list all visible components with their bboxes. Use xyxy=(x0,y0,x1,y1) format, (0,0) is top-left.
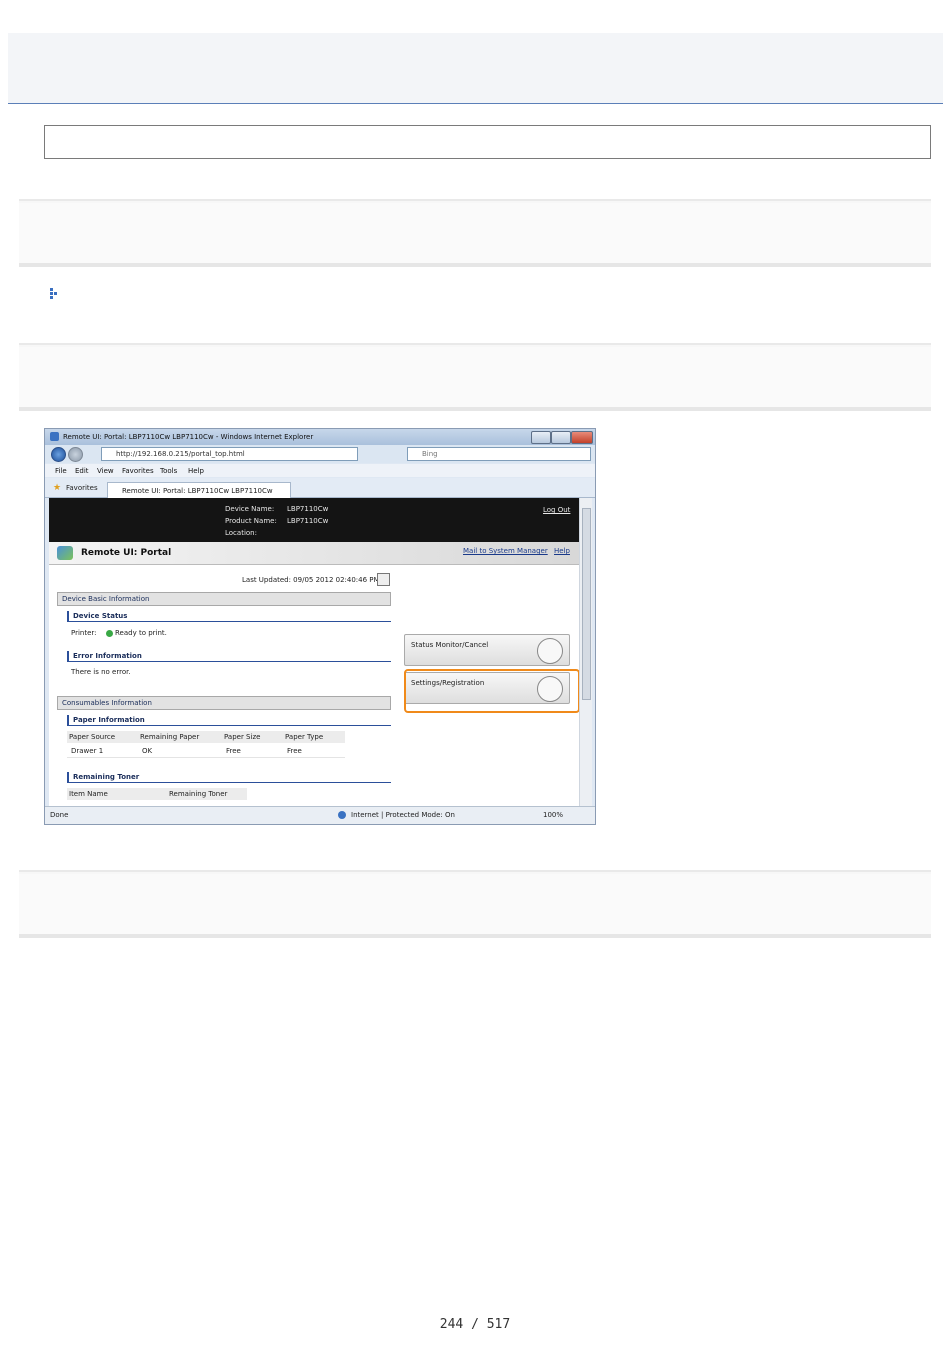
scroll-thumb[interactable] xyxy=(582,508,591,700)
address-row: http://192.168.0.215/portal_top.html Bin… xyxy=(45,445,595,463)
product-name-label: Product Name: xyxy=(225,517,277,525)
section-device-basic: Device Basic Information xyxy=(57,592,391,606)
paper-col-type: Paper Type xyxy=(285,733,324,741)
subhead-error-info: Error Information xyxy=(67,651,391,662)
step-band-3 xyxy=(19,870,931,938)
status-monitor-button[interactable]: Status Monitor/Cancel xyxy=(404,634,570,666)
window-titlebar: Remote UI: Portal: LBP7110Cw LBP7110Cw -… xyxy=(45,429,595,445)
subhead-device-status: Device Status xyxy=(67,611,391,622)
menu-file[interactable]: File xyxy=(55,467,67,475)
paper-col-remaining: Remaining Paper xyxy=(140,733,200,741)
window-title: Remote UI: Portal: LBP7110Cw LBP7110Cw -… xyxy=(63,433,314,441)
refresh-icon[interactable] xyxy=(377,573,390,586)
maximize-button[interactable] xyxy=(551,431,571,444)
note-box xyxy=(44,125,931,159)
vertical-scrollbar[interactable] xyxy=(579,498,592,806)
subhead-device-status-label: Device Status xyxy=(73,612,128,620)
subhead-paper-info-label: Paper Information xyxy=(73,716,145,724)
ie-icon xyxy=(50,432,59,441)
table-row: Drawer 1 OK Free Free xyxy=(67,745,345,758)
device-name-label: Device Name: xyxy=(225,505,275,513)
status-zone: Internet | Protected Mode: On xyxy=(351,811,455,819)
menu-edit[interactable]: Edit xyxy=(75,467,89,475)
portal-bar: Remote UI: Portal Mail to System Manager… xyxy=(49,542,579,565)
paper-col-source: Paper Source xyxy=(69,733,116,741)
header-band xyxy=(8,33,943,104)
subhead-remaining-toner: Remaining Toner xyxy=(67,772,391,783)
paper-cell-type: Free xyxy=(287,747,302,755)
step-band-1 xyxy=(19,199,931,267)
globe-icon xyxy=(338,811,346,819)
toner-col-item: Item Name xyxy=(69,790,108,798)
printer-status: Ready to print. xyxy=(115,629,167,637)
paper-cell-remaining: OK xyxy=(142,747,153,755)
favorites-label[interactable]: Favorites xyxy=(66,484,98,492)
menu-help[interactable]: Help xyxy=(188,467,204,475)
help-link[interactable]: Help xyxy=(554,547,570,555)
address-text: http://192.168.0.215/portal_top.html xyxy=(116,450,245,458)
mail-link[interactable]: Mail to System Manager xyxy=(463,547,548,555)
minimize-button[interactable] xyxy=(531,431,551,444)
subhead-remaining-toner-label: Remaining Toner xyxy=(73,773,140,781)
status-done: Done xyxy=(50,811,69,819)
paper-cell-size: Free xyxy=(226,747,241,755)
product-name-value: LBP7110Cw xyxy=(287,517,329,525)
location-label: Location: xyxy=(225,529,257,537)
eye-icon xyxy=(537,638,563,664)
paper-cell-source: Drawer 1 xyxy=(71,747,104,755)
arrow-bullet-icon xyxy=(50,285,59,299)
toner-col-remaining: Remaining Toner xyxy=(169,790,228,798)
paper-col-size: Paper Size xyxy=(224,733,261,741)
status-bar: Done Internet | Protected Mode: On 100% xyxy=(45,806,595,824)
section-consumables: Consumables Information xyxy=(57,696,391,710)
error-text: There is no error. xyxy=(71,668,131,676)
last-updated: Last Updated: 09/05 2012 02:40:46 PM xyxy=(242,576,380,584)
menu-view[interactable]: View xyxy=(97,467,114,475)
browser-screenshot: Remote UI: Portal: LBP7110Cw LBP7110Cw -… xyxy=(44,428,596,825)
status-monitor-label: Status Monitor/Cancel xyxy=(411,641,489,649)
toner-table-header: Item Name Remaining Toner xyxy=(67,788,247,800)
paper-table-header: Paper Source Remaining Paper Paper Size … xyxy=(67,731,345,743)
section-device-basic-label: Device Basic Information xyxy=(62,595,150,603)
menu-favorites[interactable]: Favorites xyxy=(122,467,154,475)
tab-remote-ui[interactable]: Remote UI: Portal: LBP7110Cw LBP7110Cw xyxy=(107,482,291,498)
zoom-level[interactable]: 100% xyxy=(543,811,563,819)
highlight-frame xyxy=(404,669,579,713)
search-box[interactable]: Bing xyxy=(407,447,591,461)
device-header: Device Name: LBP7110Cw Product Name: LBP… xyxy=(49,498,579,542)
logout-link[interactable]: Log Out xyxy=(543,506,570,514)
portal-icon xyxy=(57,546,73,560)
subhead-paper-info: Paper Information xyxy=(67,715,391,726)
search-placeholder: Bing xyxy=(422,450,438,458)
menu-bar: File Edit View Favorites Tools Help xyxy=(45,464,595,477)
forward-icon[interactable] xyxy=(68,447,83,462)
page-content: Device Name: LBP7110Cw Product Name: LBP… xyxy=(49,498,579,806)
portal-title: Remote UI: Portal xyxy=(81,548,172,558)
status-ok-icon xyxy=(106,630,113,637)
subhead-error-info-label: Error Information xyxy=(73,652,142,660)
device-name-value: LBP7110Cw xyxy=(287,505,329,513)
page-number: 244 / 517 xyxy=(439,1317,511,1332)
favorites-bar: ★ Favorites Remote UI: Portal: LBP7110Cw… xyxy=(45,478,595,498)
step-band-2 xyxy=(19,343,931,411)
printer-label: Printer: xyxy=(71,629,97,637)
back-icon[interactable] xyxy=(51,447,66,462)
section-consumables-label: Consumables Information xyxy=(62,699,152,707)
close-button[interactable] xyxy=(571,431,593,444)
menu-tools[interactable]: Tools xyxy=(160,467,177,475)
tab-label: Remote UI: Portal: LBP7110Cw LBP7110Cw xyxy=(122,487,273,495)
address-bar[interactable]: http://192.168.0.215/portal_top.html xyxy=(101,447,358,461)
star-icon: ★ xyxy=(53,483,62,493)
